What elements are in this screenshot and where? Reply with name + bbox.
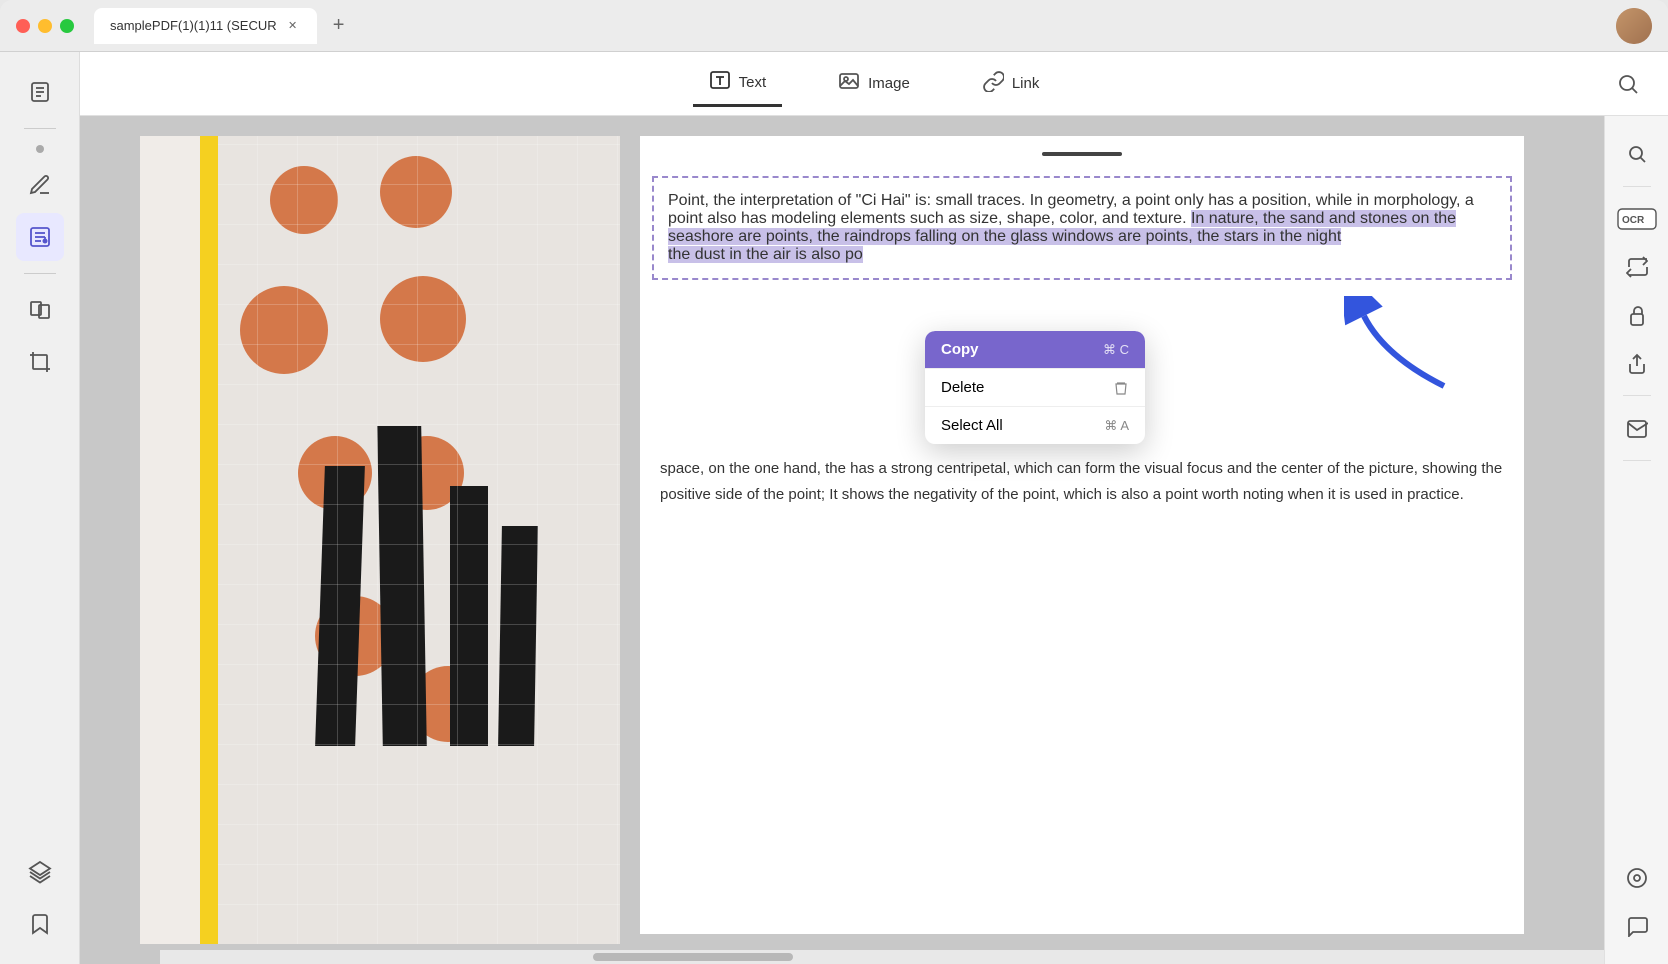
sidebar-divider-2 bbox=[24, 273, 56, 274]
app-container: Text Image Link bbox=[0, 52, 1668, 964]
new-tab-button[interactable]: + bbox=[325, 12, 353, 40]
left-sidebar bbox=[0, 52, 80, 964]
text-paragraph-2: space, on the one hand, the has a strong… bbox=[660, 456, 1504, 509]
select-all-label: Select All bbox=[941, 417, 1003, 434]
text-highlighted-cont: the dust in the air is also po bbox=[668, 246, 863, 263]
chat-sidebar-button[interactable] bbox=[1615, 904, 1659, 948]
paragraph2-text: space, on the one hand, the has a strong… bbox=[660, 460, 1502, 503]
art-image bbox=[140, 136, 620, 944]
close-button[interactable] bbox=[16, 19, 30, 33]
delete-shortcut bbox=[1113, 380, 1129, 396]
toolbar-image-button[interactable]: Image bbox=[822, 62, 926, 105]
maximize-button[interactable] bbox=[60, 19, 74, 33]
sidebar-item-pages[interactable] bbox=[16, 286, 64, 334]
toolbar: Text Image Link bbox=[80, 52, 1668, 116]
horizontal-scrollbar[interactable] bbox=[160, 950, 1604, 964]
context-menu-select-all[interactable]: Select All ⌘ A bbox=[925, 407, 1145, 444]
share-button[interactable] bbox=[1615, 341, 1659, 385]
text-tool-icon bbox=[709, 69, 731, 96]
sidebar-item-document[interactable] bbox=[16, 68, 64, 116]
context-menu-delete[interactable]: Delete bbox=[925, 369, 1145, 406]
ocr-button[interactable]: OCR bbox=[1615, 197, 1659, 241]
sidebar-item-edit[interactable] bbox=[16, 161, 64, 209]
delete-label: Delete bbox=[941, 379, 984, 396]
context-menu: Copy ⌘ C Delete Select All ⌘ A bbox=[925, 331, 1145, 444]
copy-shortcut: ⌘ C bbox=[1103, 342, 1129, 358]
traffic-lights bbox=[16, 19, 74, 33]
copy-label: Copy bbox=[941, 341, 979, 358]
active-tab[interactable]: samplePDF(1)(1)11 (SECUR ✕ bbox=[94, 8, 317, 44]
save-sidebar-button[interactable] bbox=[1615, 856, 1659, 900]
top-underline bbox=[1042, 152, 1122, 156]
link-tool-icon bbox=[982, 70, 1004, 97]
tab-bar: samplePDF(1)(1)11 (SECUR ✕ + bbox=[94, 8, 1652, 44]
toolbar-link-button[interactable]: Link bbox=[966, 62, 1056, 105]
titlebar: samplePDF(1)(1)11 (SECUR ✕ + bbox=[0, 0, 1668, 52]
scrollbar-thumb[interactable] bbox=[593, 953, 793, 961]
svg-text:OCR: OCR bbox=[1622, 215, 1645, 226]
avatar[interactable] bbox=[1616, 8, 1652, 44]
sidebar-item-bookmark[interactable] bbox=[16, 900, 64, 948]
protect-button[interactable] bbox=[1615, 293, 1659, 337]
yellow-stripe bbox=[200, 136, 218, 944]
tab-close-button[interactable]: ✕ bbox=[285, 18, 301, 34]
pdf-page: Point, the interpretation of "Ci Hai" is… bbox=[80, 116, 1668, 964]
toolbar-text-label: Text bbox=[739, 74, 767, 91]
search-sidebar-button[interactable] bbox=[1615, 132, 1659, 176]
context-menu-copy[interactable]: Copy ⌘ C bbox=[925, 331, 1145, 368]
minimize-button[interactable] bbox=[38, 19, 52, 33]
sidebar-divider-1 bbox=[24, 128, 56, 129]
select-all-shortcut: ⌘ A bbox=[1104, 418, 1129, 434]
text-selection-box: Point, the interpretation of "Ci Hai" is… bbox=[652, 176, 1512, 280]
convert-button[interactable] bbox=[1615, 245, 1659, 289]
right-sidebar: OCR bbox=[1604, 116, 1668, 964]
toolbar-image-label: Image bbox=[868, 75, 910, 92]
pdf-image-section bbox=[140, 136, 620, 944]
toolbar-text-button[interactable]: Text bbox=[693, 61, 783, 107]
tab-title: samplePDF(1)(1)11 (SECUR bbox=[110, 18, 277, 33]
sidebar-indicator bbox=[36, 145, 44, 153]
avatar-image bbox=[1616, 8, 1652, 44]
right-sidebar-divider-2 bbox=[1623, 395, 1651, 396]
sidebar-item-annotation[interactable] bbox=[16, 213, 64, 261]
mail-button[interactable] bbox=[1615, 406, 1659, 450]
right-sidebar-divider-1 bbox=[1623, 186, 1651, 187]
toolbar-link-label: Link bbox=[1012, 75, 1040, 92]
search-button[interactable] bbox=[1608, 64, 1648, 104]
sidebar-item-layers[interactable] bbox=[16, 848, 64, 896]
blue-arrow-annotation bbox=[1344, 296, 1464, 396]
image-tool-icon bbox=[838, 70, 860, 97]
toolbar-right bbox=[1608, 52, 1648, 116]
pdf-text-section: Point, the interpretation of "Ci Hai" is… bbox=[640, 136, 1524, 934]
content-area: Point, the interpretation of "Ci Hai" is… bbox=[80, 116, 1668, 964]
right-sidebar-divider-3 bbox=[1623, 460, 1651, 461]
sidebar-item-crop[interactable] bbox=[16, 338, 64, 386]
